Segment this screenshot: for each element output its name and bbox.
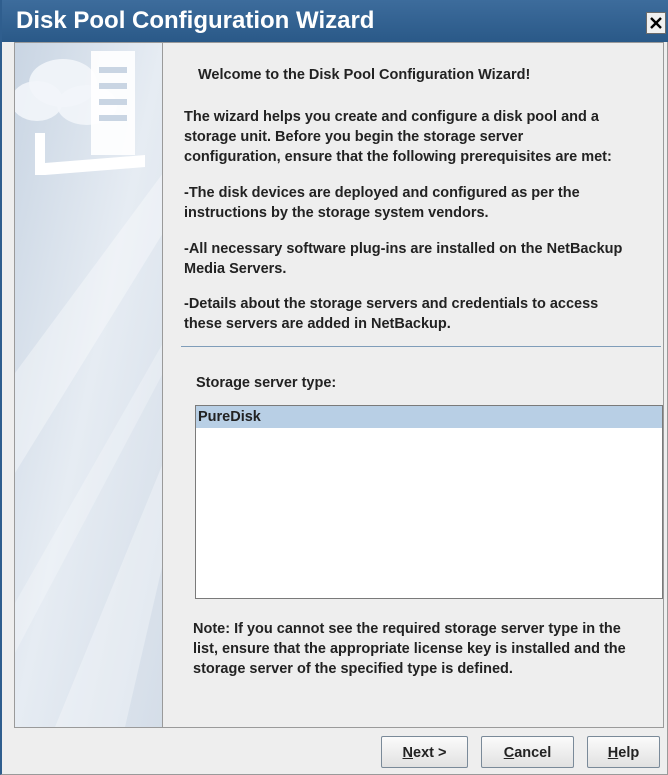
- cancel-button[interactable]: Cancel: [481, 736, 574, 768]
- side-illustration-panel: [15, 43, 163, 727]
- next-mnemonic: N: [402, 745, 413, 761]
- cancel-label: ancel: [514, 745, 552, 761]
- help-button[interactable]: Help: [587, 736, 660, 768]
- next-label: ext >: [413, 745, 447, 761]
- storage-server-illustration: [15, 43, 162, 727]
- prerequisite-item: -All necessary software plug-ins are ins…: [184, 241, 623, 277]
- button-bar: Next > Cancel Help: [2, 728, 668, 774]
- window-title: Disk Pool Configuration Wizard: [16, 7, 375, 34]
- help-mnemonic: H: [607, 745, 619, 761]
- next-button[interactable]: Next >: [381, 736, 468, 768]
- close-button[interactable]: [646, 12, 666, 34]
- storage-server-type-label: Storage server type:: [196, 375, 337, 391]
- intro-text: The wizard helps you create and configur…: [184, 109, 612, 165]
- help-label: elp: [618, 745, 640, 761]
- list-item[interactable]: PureDisk: [196, 406, 662, 428]
- prerequisite-item: -Details about the storage servers and c…: [184, 296, 599, 332]
- welcome-heading: Welcome to the Disk Pool Configuration W…: [198, 67, 531, 83]
- separator: [181, 346, 661, 347]
- cancel-mnemonic: C: [503, 745, 515, 761]
- wizard-window: Disk Pool Configuration Wizard Welcome t…: [0, 0, 668, 775]
- prerequisite-item: -The disk devices are deployed and confi…: [184, 185, 580, 221]
- note-text: Note: If you cannot see the required sto…: [193, 621, 626, 677]
- wizard-body: Welcome to the Disk Pool Configuration W…: [14, 42, 664, 728]
- title-bar[interactable]: Disk Pool Configuration Wizard: [2, 0, 668, 42]
- storage-server-type-list[interactable]: PureDisk: [195, 405, 663, 599]
- close-icon: [650, 17, 662, 29]
